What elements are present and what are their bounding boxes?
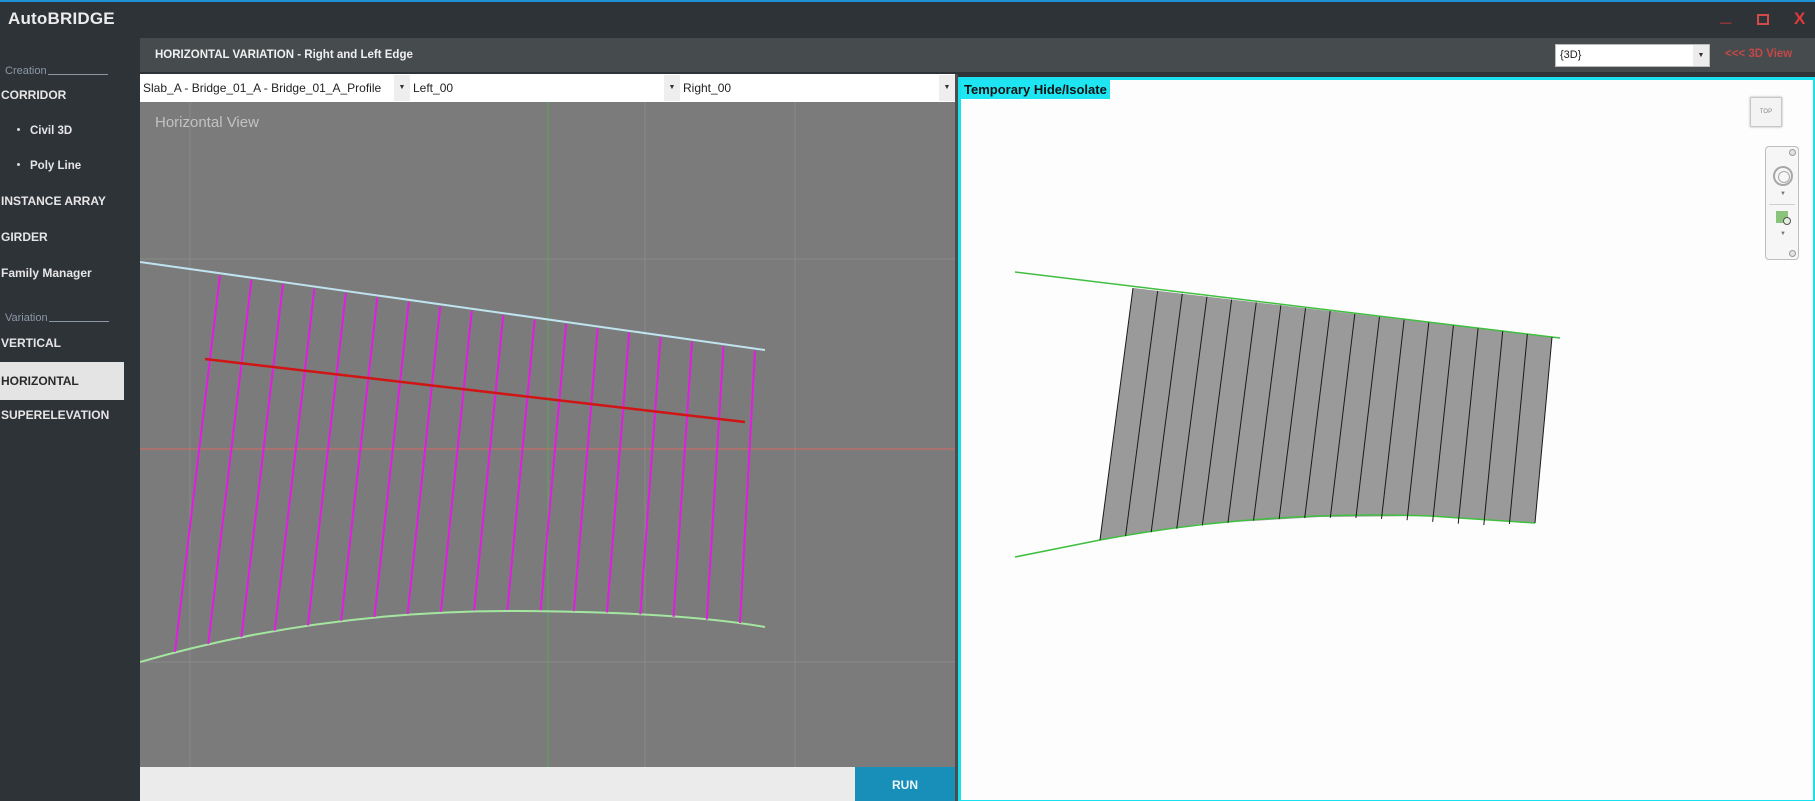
sidebar-item-label: Civil 3D	[30, 125, 73, 137]
maximize-button[interactable]	[1757, 14, 1769, 25]
section-line	[539, 323, 568, 611]
navbar-close-icon[interactable]	[1789, 149, 1796, 156]
sidebar-item-poly-line[interactable]: Poly Line	[0, 147, 140, 185]
section-line	[340, 297, 379, 621]
sidebar-item-label: Poly Line	[30, 160, 82, 172]
bullet-icon	[17, 128, 20, 131]
sidebar: Creation CORRIDOR Civil 3D Poly Line INS…	[0, 38, 140, 801]
section-rule	[48, 321, 109, 322]
sidebar-item-girder[interactable]: GIRDER	[0, 218, 140, 256]
section-line	[572, 328, 599, 612]
horizontal-view-canvas[interactable]: Horizontal View	[140, 102, 955, 767]
chevron-down-icon[interactable]: ▼	[939, 75, 955, 101]
app-window: AutoBRIDGE _ X Creation CORRIDOR Civil 3…	[0, 0, 1815, 801]
left-edge-select-value: Left_00	[413, 81, 454, 95]
section-line	[373, 301, 410, 618]
section-line	[240, 284, 284, 638]
section-line	[473, 315, 505, 611]
navbar-divider	[1769, 204, 1795, 205]
view-select-value: {3D}	[1560, 49, 1582, 61]
chevron-down-icon[interactable]: ▼	[1693, 45, 1709, 66]
sidebar-item-family-manager[interactable]: Family Manager	[0, 254, 140, 292]
centerline	[204, 357, 746, 424]
right-edge-line	[140, 261, 766, 351]
section-line	[672, 341, 694, 617]
chevron-down-icon[interactable]: ▼	[394, 75, 410, 101]
section-line	[273, 288, 316, 631]
profile-select[interactable]: Slab_A - Bridge_01_A - Bridge_01_A_Profi…	[140, 74, 410, 102]
app-title: AutoBRIDGE	[8, 9, 115, 28]
selection-row: Slab_A - Bridge_01_A - Bridge_01_A_Profi…	[140, 74, 955, 102]
horizontal-view-drawing	[140, 102, 955, 767]
viewcube-top[interactable]: TOP	[1750, 97, 1782, 127]
steering-wheel-icon[interactable]	[1773, 166, 1793, 186]
sidebar-item-corridor[interactable]: CORRIDOR	[0, 76, 140, 114]
left-edge-select[interactable]: Left_00 ▼	[410, 74, 680, 102]
slab-surface	[1100, 288, 1552, 540]
3d-view-panel[interactable]: Temporary Hide/Isolate TOP ▼ ▼	[958, 77, 1815, 801]
title-bar: AutoBRIDGE _ X	[0, 2, 1815, 38]
section-label-variation: Variation	[5, 312, 109, 324]
close-button[interactable]: X	[1794, 9, 1805, 29]
right-edge-select-value: Right_00	[683, 81, 732, 95]
page-title: HORIZONTAL VARIATION - Right and Left Ed…	[155, 49, 413, 61]
chevron-down-icon[interactable]: ▼	[1780, 191, 1786, 197]
sidebar-item-vertical[interactable]: VERTICAL	[0, 324, 140, 362]
section-line	[207, 279, 253, 645]
status-bar	[140, 767, 855, 801]
horizontal-view-label: Horizontal View	[155, 114, 259, 131]
section-line	[606, 332, 631, 613]
3d-view-drawing	[1014, 271, 1561, 558]
navigation-bar: ▼ ▼	[1765, 146, 1799, 260]
right-edge-select[interactable]: Right_00 ▼	[680, 74, 955, 102]
zoom-window-icon[interactable]	[1776, 211, 1791, 225]
left-edge-curve	[140, 609, 766, 663]
section-label-text: Variation	[5, 312, 48, 324]
view-select[interactable]: {3D} ▼	[1555, 44, 1710, 67]
navbar-resize-icon[interactable]	[1789, 250, 1796, 257]
section-line	[439, 310, 473, 612]
chevron-down-icon[interactable]: ▼	[664, 75, 680, 101]
left-edge-curve-3d	[1014, 514, 1536, 558]
page-header: HORIZONTAL VARIATION - Right and Left Ed…	[140, 38, 1815, 72]
sidebar-item-instance-array[interactable]: INSTANCE ARRAY	[0, 182, 140, 220]
3d-view-link[interactable]: <<< 3D View	[1725, 48, 1792, 60]
minimize-button[interactable]: _	[1720, 4, 1731, 27]
section-rule	[47, 74, 108, 75]
chevron-down-icon[interactable]: ▼	[1780, 231, 1786, 237]
sidebar-item-civil-3d[interactable]: Civil 3D	[0, 112, 140, 150]
section-line	[705, 346, 725, 620]
section-line	[639, 337, 662, 615]
bullet-icon	[17, 163, 20, 166]
section-line	[406, 306, 442, 615]
sidebar-item-horizontal[interactable]: HORIZONTAL	[0, 362, 124, 400]
section-line	[306, 292, 347, 626]
section-line	[739, 350, 756, 624]
profile-select-value: Slab_A - Bridge_01_A - Bridge_01_A_Profi…	[143, 81, 382, 95]
sidebar-item-superelevation[interactable]: SUPERELEVATION	[0, 396, 140, 434]
temporary-hide-isolate-banner: Temporary Hide/Isolate	[961, 80, 1110, 99]
run-button[interactable]: RUN	[855, 767, 955, 801]
section-line	[506, 319, 536, 611]
